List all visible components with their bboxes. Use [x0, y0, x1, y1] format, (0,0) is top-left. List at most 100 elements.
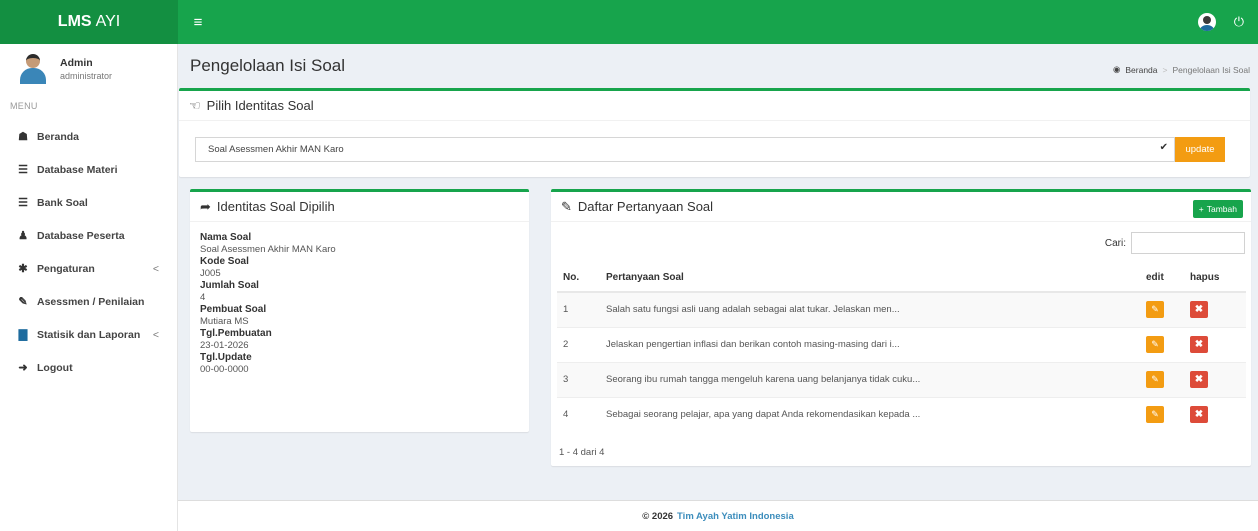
row-number: 2 [557, 326, 600, 362]
select-box-title-text: Pilih Identitas Soal [206, 98, 314, 113]
sidebar-item-label: Statisik dan Laporan [37, 328, 141, 341]
user-role: administrator [60, 71, 113, 81]
home-icon: ☗ [18, 131, 28, 143]
bar-chart-icon: ▇ [18, 329, 28, 341]
plus-icon: + [1198, 204, 1204, 214]
column-header: No. [557, 264, 600, 293]
user-avatar-icon[interactable] [1197, 13, 1216, 31]
identity-box-title-text: Identitas Soal Dipilih [216, 199, 335, 214]
sidebar-item-statistik[interactable]: ▇ Statisik dan Laporan < [0, 318, 177, 351]
row-question: Seorang ibu rumah tangga mengeluh karena… [600, 361, 1140, 397]
field-value: Mutiara MS [200, 316, 249, 327]
field-value: J005 [200, 268, 221, 279]
brand-logo[interactable]: LMS AYI [0, 0, 178, 44]
edit-button[interactable]: ✎ [1146, 301, 1164, 319]
edit-icon: ✎ [18, 296, 28, 308]
footer-link[interactable]: Tim Ayah Yatim Indonesia [677, 511, 794, 522]
field-label: Jumlah Soal [200, 280, 259, 291]
page-title: Pengelolaan Isi Soal [190, 56, 346, 75]
sidebar-toggle-icon[interactable]: ≡ [178, 0, 218, 44]
page-header: Pengelolaan Isi Soal ◉ Beranda > Pengelo… [190, 56, 1250, 82]
identity-box-title: ➦ Identitas Soal Dipilih [190, 192, 529, 222]
delete-button[interactable]: ✖ [1190, 301, 1208, 319]
field-label: Nama Soal [200, 232, 252, 243]
power-icon[interactable]: ⏻ [1234, 14, 1244, 30]
footer: © 2026 Tim Ayah Yatim Indonesia [178, 500, 1258, 531]
top-navbar: LMS AYI ≡ ⏻ [0, 0, 1258, 44]
questions-table: No. Pertanyaan Soal edit hapus 1 Salah s… [557, 264, 1246, 432]
soal-select-value: Soal Asessmen Akhir MAN Karo [208, 144, 344, 155]
add-question-button[interactable]: + Tambah [1192, 200, 1243, 218]
sidebar-item-database-peserta[interactable]: ♟ Database Peserta [0, 219, 177, 252]
sidebar: Admin administrator MENU ☗ Beranda ☰ Dat… [0, 44, 178, 531]
sidebar-item-asessmen[interactable]: ✎ Asessmen / Penilaian [0, 285, 177, 318]
table-header-row: No. Pertanyaan Soal edit hapus [557, 264, 1246, 293]
table-row: 3 Seorang ibu rumah tangga mengeluh kare… [557, 361, 1246, 397]
field-label: Tgl.Update [200, 352, 252, 363]
edit-icon: ✎ [561, 198, 572, 214]
users-icon: ♟ [18, 230, 28, 242]
pagination-info: 1 - 4 dari 4 [559, 447, 605, 458]
sidebar-item-label: Database Peserta [37, 229, 125, 242]
menu-header: MENU [10, 101, 38, 111]
table-row: 1 Salah satu fungsi asli uang adalah seb… [557, 291, 1246, 327]
sidebar-item-label: Logout [37, 361, 73, 374]
sidebar-item-label: Pengaturan [37, 262, 95, 275]
sidebar-item-beranda[interactable]: ☗ Beranda [0, 120, 177, 153]
select-box-title: ☜ Pilih Identitas Soal [179, 91, 1250, 121]
field-label: Tgl.Pembuatan [200, 328, 272, 339]
field-label: Pembuat Soal [200, 304, 267, 315]
breadcrumb-home[interactable]: Beranda [1125, 65, 1157, 75]
search-row: Cari: [1105, 232, 1245, 254]
sign-out-icon: ➜ [18, 362, 28, 374]
database-icon: ☰ [18, 164, 28, 176]
user-name: Admin [60, 57, 93, 69]
delete-button[interactable]: ✖ [1190, 406, 1208, 424]
questions-box-title-text: Daftar Pertanyaan Soal [577, 199, 714, 214]
field-value: 00-00-0000 [200, 364, 249, 375]
field-value: 4 [200, 292, 206, 303]
questions-box-title: ✎ Daftar Pertanyaan Soal [551, 192, 1251, 222]
bullhorn-icon: ➦ [200, 198, 211, 214]
row-number: 4 [557, 396, 600, 432]
delete-button[interactable]: ✖ [1190, 336, 1208, 353]
column-header: edit [1140, 264, 1184, 293]
search-label: Cari: [1104, 237, 1126, 249]
edit-button[interactable]: ✎ [1146, 406, 1164, 424]
edit-button[interactable]: ✎ [1146, 336, 1164, 353]
avatar [20, 54, 46, 84]
row-question: Jelaskan pengertian inflasi dan berikan … [600, 326, 1140, 362]
breadcrumb-current: Pengelolaan Isi Soal [1172, 64, 1250, 75]
chevron-left-icon: < [152, 328, 159, 341]
identity-info: Nama Soal Soal Asessmen Akhir MAN Karo K… [190, 222, 529, 386]
sidebar-item-label: Asessmen / Penilaian [37, 295, 145, 308]
questions-box: ✎ Daftar Pertanyaan Soal + Tambah Cari: … [551, 189, 1251, 466]
identity-box: ➦ Identitas Soal Dipilih Nama Soal Soal … [190, 189, 529, 432]
sidebar-item-label: Database Materi [37, 163, 118, 176]
delete-button[interactable]: ✖ [1190, 371, 1208, 388]
field-value: 23-01-2026 [200, 340, 249, 351]
row-question: Sebagai seorang pelajar, apa yang dapat … [600, 396, 1140, 432]
user-panel: Admin administrator [0, 44, 177, 92]
sidebar-item-bank-soal[interactable]: ☰ Bank Soal [0, 186, 177, 219]
field-label: Kode Soal [200, 256, 249, 267]
update-button[interactable]: update [1175, 137, 1225, 162]
sidebar-item-label: Beranda [37, 130, 80, 143]
sidebar-item-database-materi[interactable]: ☰ Database Materi [0, 153, 177, 186]
search-input[interactable] [1131, 232, 1245, 254]
chevron-left-icon: < [152, 262, 159, 275]
row-number: 1 [557, 291, 600, 327]
dashboard-icon: ◉ [1112, 64, 1121, 74]
column-header: hapus [1184, 264, 1246, 293]
sidebar-item-pengaturan[interactable]: ✱ Pengaturan < [0, 252, 177, 285]
soal-select[interactable]: Soal Asessmen Akhir MAN Karo ✔ [195, 137, 1175, 162]
edit-button[interactable]: ✎ [1146, 371, 1164, 388]
chevron-down-icon: ✔ [1159, 142, 1168, 153]
table-row: 2 Jelaskan pengertian inflasi dan berika… [557, 326, 1246, 362]
add-question-label: Tambah [1206, 204, 1237, 214]
table-row: 4 Sebagai seorang pelajar, apa yang dapa… [557, 396, 1246, 432]
database-icon: ☰ [18, 197, 28, 209]
sidebar-item-logout[interactable]: ➜ Logout [0, 351, 177, 384]
sidebar-item-label: Bank Soal [37, 196, 88, 209]
gear-icon: ✱ [18, 263, 28, 275]
